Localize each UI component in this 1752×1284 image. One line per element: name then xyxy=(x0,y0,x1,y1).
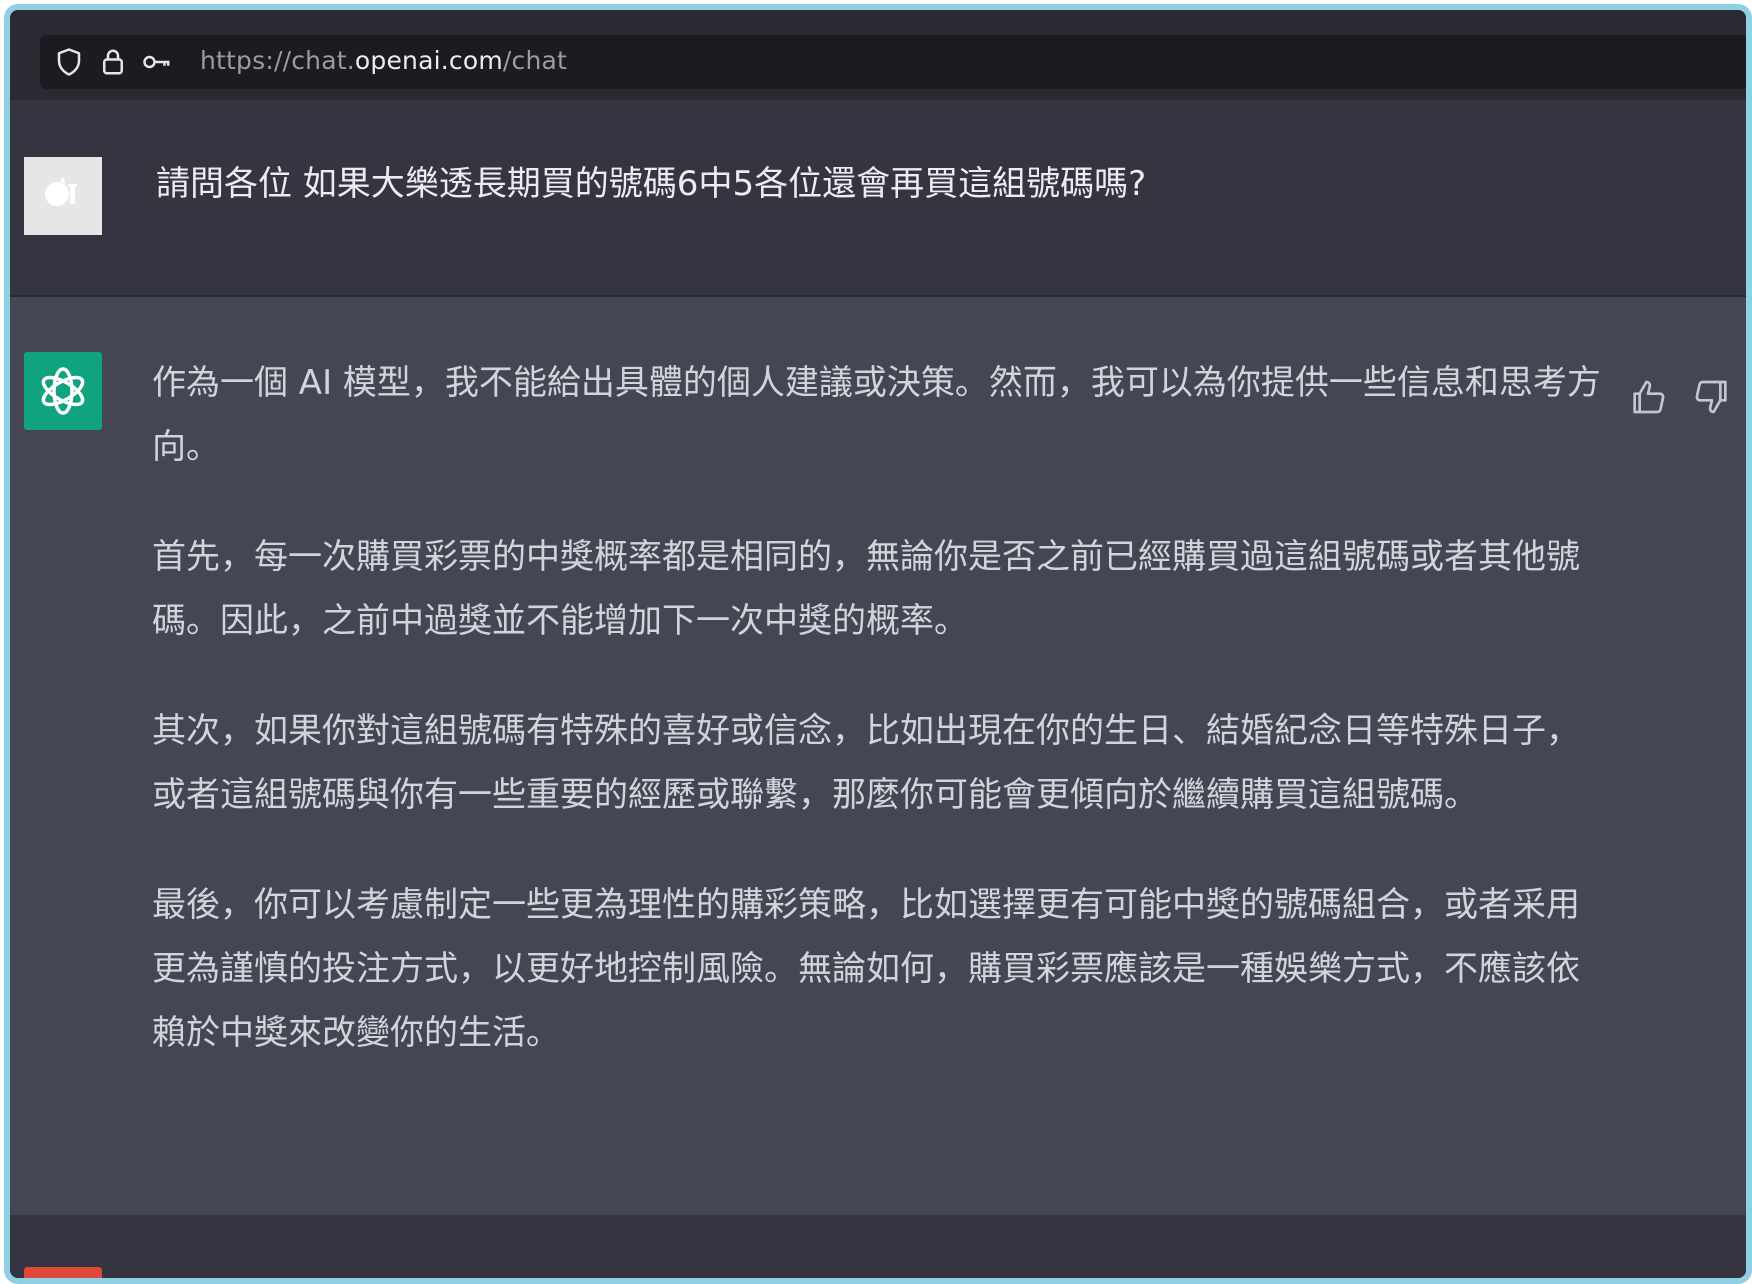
url-domain: openai.com xyxy=(354,46,503,75)
assistant-paragraph: 最後，你可以考慮制定一些更為理性的購彩策略，比如選擇更有可能中獎的號碼組合，或者… xyxy=(152,885,1580,1053)
user-message-text: 請問各位 如果大樂透長期買的號碼6中5各位還會再買這組號碼嗎? xyxy=(156,164,1147,204)
thumbs-up-icon[interactable] xyxy=(1628,377,1668,417)
user-avatar-icon xyxy=(45,177,77,206)
user-avatar xyxy=(24,157,102,235)
next-message-row xyxy=(10,1215,1746,1278)
assistant-paragraph: 作為一個 AI 模型，我不能給出具體的個人建議或決策。然而，我可以為你提供一些信… xyxy=(152,363,1601,467)
assistant-message-text: 作為一個 AI 模型，我不能給出具體的個人建議或決策。然而，我可以為你提供一些信… xyxy=(152,351,1612,1111)
address-bar[interactable]: https://chat.openai.com/chat xyxy=(40,35,1746,89)
browser-window: https://chat.openai.com/chat 請問各位 如果大樂透長… xyxy=(4,4,1752,1284)
url-prefix: https://chat. xyxy=(200,46,355,75)
chatgpt-logo-icon xyxy=(24,352,102,430)
key-icon[interactable] xyxy=(142,47,172,77)
assistant-message-row: 作為一個 AI 模型，我不能給出具體的個人建議或決策。然而，我可以為你提供一些信… xyxy=(10,297,1746,1215)
user-message-row: 請問各位 如果大樂透長期買的號碼6中5各位還會再買這組號碼嗎? xyxy=(10,100,1746,297)
shield-icon[interactable] xyxy=(54,47,84,77)
thumbs-down-icon[interactable] xyxy=(1692,377,1732,417)
assistant-paragraph: 首先，每一次購買彩票的中獎概率都是相同的，無論你是否之前已經購買過這組號碼或者其… xyxy=(152,537,1580,641)
next-user-avatar xyxy=(24,1267,102,1278)
assistant-paragraph: 其次，如果你對這組號碼有特殊的喜好或信念，比如出現在你的生日、結婚紀念日等特殊日… xyxy=(152,711,1580,815)
lock-icon[interactable] xyxy=(98,47,128,77)
browser-toolbar: https://chat.openai.com/chat xyxy=(10,10,1746,102)
url-text[interactable]: https://chat.openai.com/chat xyxy=(200,46,567,75)
url-path: /chat xyxy=(502,46,568,75)
